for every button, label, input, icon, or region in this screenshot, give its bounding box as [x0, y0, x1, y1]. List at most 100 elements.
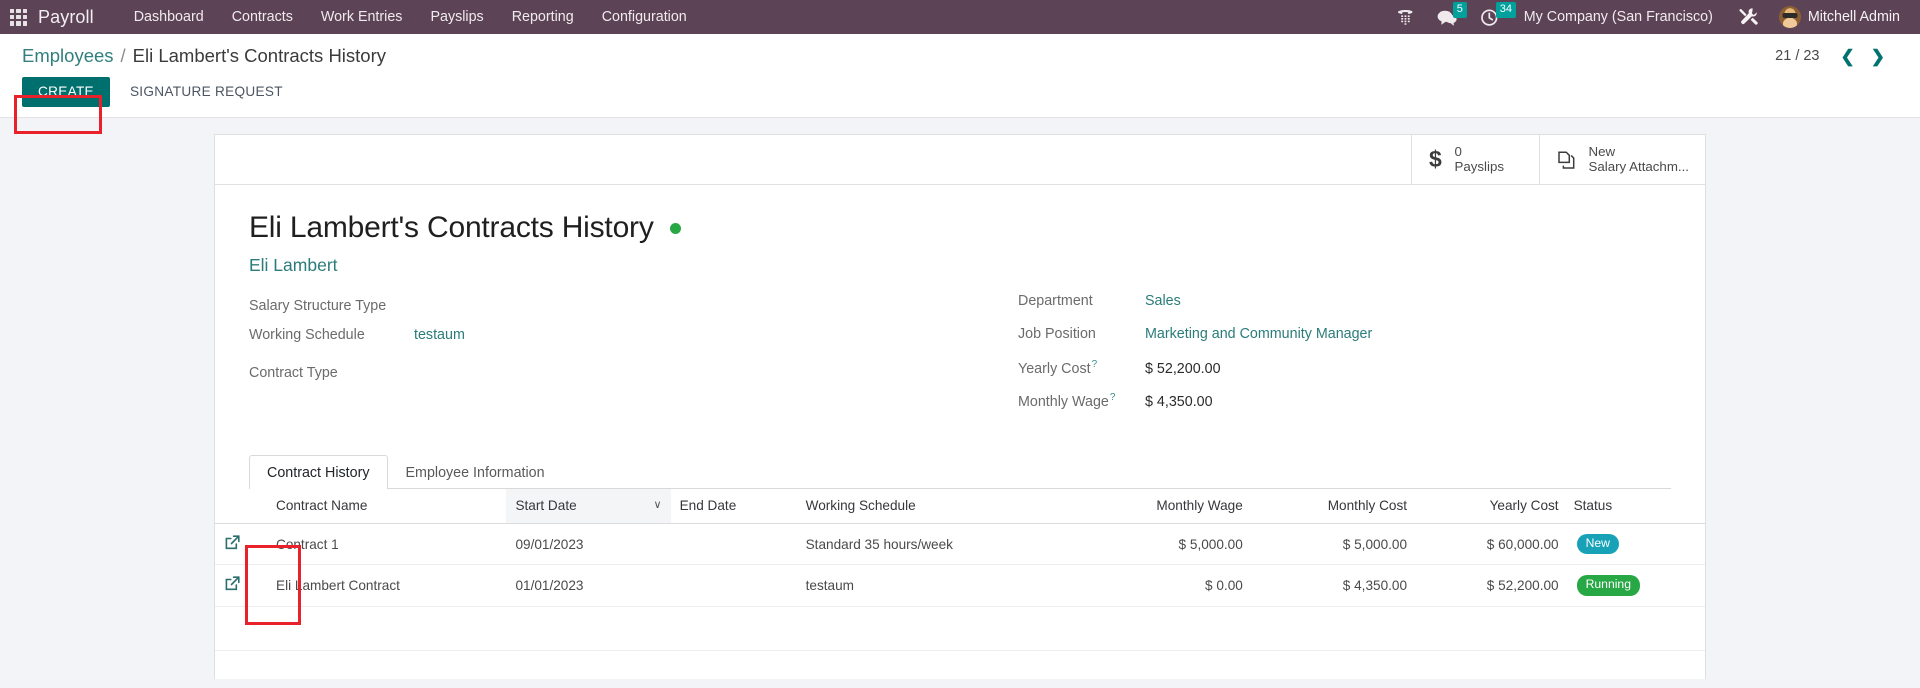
column-contract-name[interactable]: Contract Name — [267, 489, 507, 524]
column-status[interactable]: Status — [1567, 489, 1705, 524]
column-monthly-cost[interactable]: Monthly Cost — [1251, 489, 1417, 524]
field-job-position: Job Position Marketing and Community Man… — [1018, 326, 1671, 346]
control-panel: Employees / Eli Lambert's Contracts Hist… — [0, 34, 1920, 118]
chevron-down-icon: ∨ — [653, 499, 662, 511]
employee-link[interactable]: Eli Lambert — [249, 255, 338, 276]
stat-payslips-value: 0 — [1454, 143, 1462, 159]
chevron-left-icon[interactable]: ❮ — [1834, 46, 1862, 67]
open-record-cell[interactable] — [215, 564, 267, 607]
menu-configuration[interactable]: Configuration — [588, 3, 701, 31]
field-salary-structure-type: Salary Structure Type — [249, 293, 960, 314]
cell-contract-name: Contract 1 — [267, 523, 507, 566]
table-header: Contract Name Start Date ∨ End Date Work… — [215, 489, 1705, 524]
status-badge: Running — [1576, 575, 1640, 596]
form-button-row: CREATE SIGNATURE REQUEST — [0, 77, 1920, 118]
cell-contract-name: Eli Lambert Contract — [267, 564, 507, 607]
breadcrumb-employees[interactable]: Employees — [22, 45, 114, 67]
cell-status: New — [1567, 523, 1705, 566]
field-value[interactable]: Sales — [1145, 293, 1181, 309]
table-row[interactable]: Contract 1 09/01/2023 Standard 35 hours/… — [215, 523, 1705, 566]
activities-clock-icon[interactable]: 34 — [1469, 0, 1516, 34]
tab-contract-history[interactable]: Contract History — [249, 455, 388, 489]
field-label-text: Monthly Wage — [1018, 393, 1109, 410]
menu-dashboard[interactable]: Dashboard — [120, 3, 218, 31]
stat-button-payslips[interactable]: $ 0 Payslips — [1411, 135, 1539, 184]
page-title-text: Eli Lambert's Contracts History — [249, 211, 654, 244]
navbar-right-tools: 5 34 My Company (San Francisco) Mitchell… — [1385, 0, 1906, 34]
cell-working-schedule: Standard 35 hours/week — [796, 523, 1076, 566]
dollar-icon: $ — [1428, 147, 1445, 172]
field-value[interactable]: $ 52,200.00 — [1145, 361, 1221, 377]
field-label: Contract Type — [249, 365, 338, 381]
tab-employee-information[interactable]: Employee Information — [388, 455, 563, 489]
fields-grid: Salary Structure Type Working Schedule t… — [249, 293, 1671, 425]
column-yearly-cost[interactable]: Yearly Cost — [1416, 489, 1568, 524]
app-brand-payroll[interactable]: Payroll — [38, 7, 94, 28]
messages-badge: 5 — [1452, 2, 1467, 18]
company-selector[interactable]: My Company (San Francisco) — [1510, 9, 1727, 25]
field-label: Job Position — [1018, 326, 1096, 342]
fields-column-left: Salary Structure Type Working Schedule t… — [249, 293, 960, 425]
stat-payslips-label: Payslips — [1454, 158, 1504, 174]
stat-button-salary-attachments[interactable]: New Salary Attachm... — [1539, 135, 1705, 184]
apps-grid-icon[interactable] — [10, 8, 27, 26]
notebook-tabs: Contract History Employee Information — [249, 455, 1671, 489]
cell-monthly-cost: $ 4,350.00 — [1251, 564, 1417, 607]
menu-reporting[interactable]: Reporting — [498, 3, 588, 31]
field-department: Department Sales — [1018, 293, 1671, 313]
page-title: Eli Lambert's Contracts History — [249, 211, 1671, 245]
menu-contracts[interactable]: Contracts — [218, 3, 307, 31]
column-start-date[interactable]: Start Date ∨ — [506, 489, 671, 524]
cell-start-date: 09/01/2023 — [506, 523, 671, 566]
field-label-text: Yearly Cost — [1018, 360, 1091, 377]
messages-icon[interactable]: 5 — [1426, 0, 1469, 34]
table-header-row: Contract Name Start Date ∨ End Date Work… — [215, 489, 1705, 524]
help-question-icon[interactable]: ? — [1110, 392, 1116, 403]
column-working-schedule[interactable]: Working Schedule — [796, 489, 1076, 524]
record-pager: 21 / 23 ❮ ❯ — [1775, 46, 1900, 67]
cell-start-date: 01/01/2023 — [506, 564, 671, 607]
cell-status: Running — [1567, 564, 1705, 607]
field-contract-type: Contract Type — [249, 360, 960, 381]
user-menu[interactable]: Mitchell Admin — [1771, 6, 1906, 28]
stat-salary-attachment-value: New — [1588, 143, 1616, 159]
fields-column-right: Department Sales Job Position Marketing … — [960, 293, 1671, 425]
status-badge: New — [1576, 534, 1619, 555]
create-button[interactable]: CREATE — [22, 77, 110, 107]
field-label: Department — [1018, 293, 1093, 309]
cell-monthly-wage: $ 5,000.00 — [1075, 523, 1252, 566]
column-end-date[interactable]: End Date — [670, 489, 797, 524]
stat-salary-attachment-label: Salary Attachm... — [1588, 158, 1689, 174]
tools-wrench-icon[interactable] — [1727, 0, 1771, 34]
phone-icon[interactable] — [1385, 0, 1426, 34]
breadcrumb-current: Eli Lambert's Contracts History — [132, 45, 387, 66]
field-label: Yearly Cost? — [1018, 359, 1145, 377]
signature-request-button[interactable]: SIGNATURE REQUEST — [116, 77, 297, 107]
cell-monthly-cost: $ 5,000.00 — [1251, 523, 1417, 566]
open-record-cell[interactable] — [215, 523, 267, 566]
form-sheet: $ 0 Payslips New Salary Attachm... Eli L… — [214, 134, 1706, 679]
cell-working-schedule: testaum — [796, 564, 1076, 607]
field-value[interactable]: testaum — [414, 327, 465, 343]
pager-value[interactable]: 21 / 23 — [1775, 48, 1819, 64]
stat-button-bar: $ 0 Payslips New Salary Attachm... — [215, 135, 1705, 185]
chevron-right-icon[interactable]: ❯ — [1864, 46, 1892, 67]
menu-work-entries[interactable]: Work Entries — [307, 3, 417, 31]
cell-yearly-cost: $ 60,000.00 — [1416, 523, 1568, 566]
column-start-date-label: Start Date — [515, 498, 577, 513]
user-name: Mitchell Admin — [1807, 9, 1900, 25]
field-value[interactable]: $ 4,350.00 — [1145, 394, 1213, 410]
table-row[interactable]: Eli Lambert Contract 01/01/2023 testaum … — [215, 564, 1705, 607]
column-monthly-wage[interactable]: Monthly Wage — [1075, 489, 1252, 524]
table-body: Contract 1 09/01/2023 Standard 35 hours/… — [215, 523, 1705, 651]
table-empty-row — [215, 606, 1705, 651]
contract-history-table: Contract Name Start Date ∨ End Date Work… — [215, 489, 1705, 651]
form-content-area: $ 0 Payslips New Salary Attachm... Eli L… — [0, 118, 1920, 679]
menu-payslips[interactable]: Payslips — [416, 3, 497, 31]
field-value[interactable]: Marketing and Community Manager — [1145, 326, 1372, 342]
main-menu: Dashboard Contracts Work Entries Payslip… — [120, 3, 701, 31]
breadcrumb: Employees / Eli Lambert's Contracts Hist… — [0, 34, 1920, 77]
help-question-icon[interactable]: ? — [1092, 359, 1098, 370]
external-link-icon[interactable] — [224, 575, 241, 592]
external-link-icon[interactable] — [224, 534, 241, 551]
